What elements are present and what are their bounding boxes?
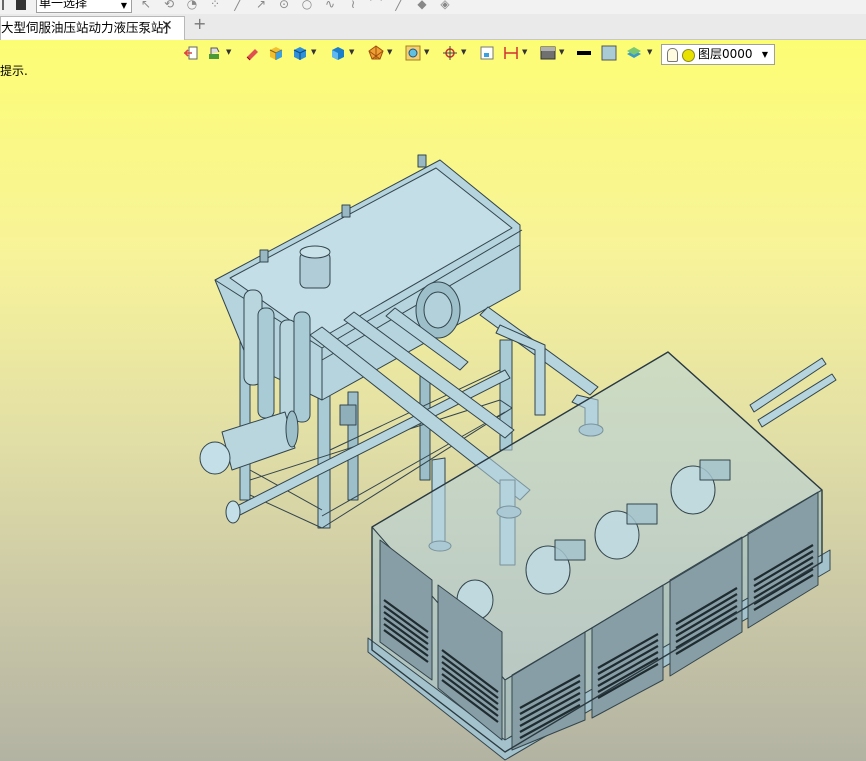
spline-icon[interactable]: ∿ bbox=[322, 0, 338, 11]
circle-icon[interactable]: ○ bbox=[299, 0, 315, 11]
arrow-line-icon[interactable]: ↗ bbox=[253, 0, 269, 11]
3d-viewport[interactable]: 提示. ▼ ▼ ▼ ▼ ▼ ▼ ▼ ▼ ▼ 图层0000 ▼ bbox=[0, 40, 866, 761]
select-mode-value: 单一选择 bbox=[39, 0, 88, 10]
scatter-icon[interactable]: ⁘ bbox=[207, 0, 223, 11]
circle-center-icon[interactable]: ⊙ bbox=[276, 0, 292, 11]
chevron-down-icon: ▼ bbox=[120, 1, 127, 10]
tab-bar: 大型伺服油压站动力液压泵站] ✕ + bbox=[0, 14, 866, 40]
select-filter-icon[interactable] bbox=[16, 0, 26, 10]
hydraulic-station-model[interactable] bbox=[0, 40, 866, 761]
draw-tools: ↖ ⟲ ◔ ⁘ ╱ ↗ ⊙ ○ ∿ ≀ ⌒ ╱ ◆ ◈ bbox=[138, 0, 460, 11]
shape-icon[interactable]: ◆ bbox=[414, 0, 430, 11]
document-tab-label: 大型伺服油压站动力液压泵站] bbox=[1, 20, 169, 35]
arc-icon[interactable]: ⌒ bbox=[368, 0, 384, 11]
new-tab-button[interactable]: + bbox=[193, 12, 206, 36]
line-icon[interactable]: ╱ bbox=[230, 0, 246, 11]
close-icon[interactable]: ✕ bbox=[161, 16, 173, 36]
cursor-icon[interactable]: ↖ bbox=[138, 0, 154, 11]
pin-icon[interactable] bbox=[2, 0, 4, 10]
wave-icon[interactable]: ≀ bbox=[345, 0, 361, 11]
rotate-icon[interactable]: ◔ bbox=[184, 0, 200, 11]
select-mode-dropdown[interactable]: 单一选择 ▼ bbox=[36, 0, 132, 13]
transform-icon[interactable]: ⟲ bbox=[161, 0, 177, 11]
top-toolbar: 单一选择 ▼ ↖ ⟲ ◔ ⁘ ╱ ↗ ⊙ ○ ∿ ≀ ⌒ ╱ ◆ ◈ bbox=[0, 0, 866, 14]
pen-icon[interactable]: ╱ bbox=[391, 0, 407, 11]
layers-icon[interactable]: ◈ bbox=[437, 0, 453, 11]
document-tab[interactable]: 大型伺服油压站动力液压泵站] bbox=[0, 16, 185, 40]
